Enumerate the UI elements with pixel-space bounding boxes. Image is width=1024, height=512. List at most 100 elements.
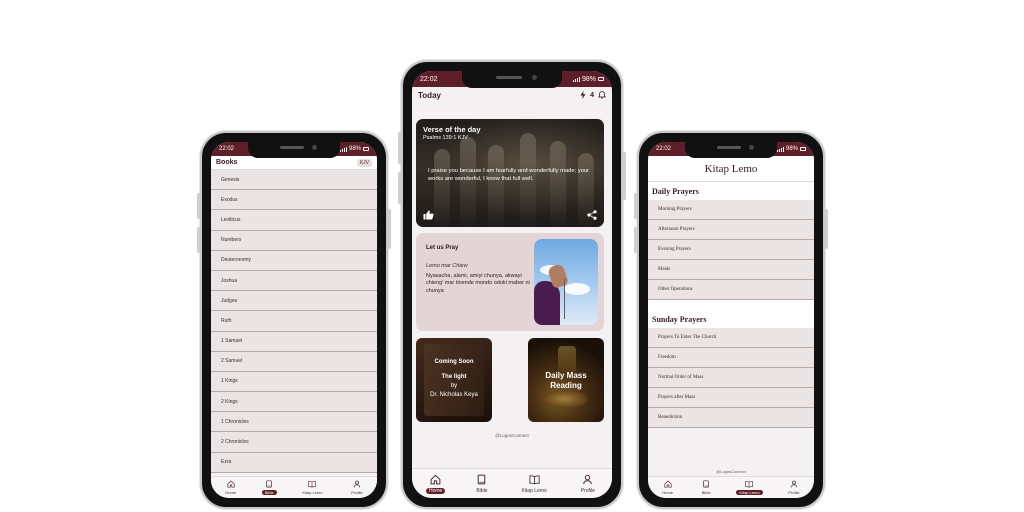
mass-card-line1: Daily Mass: [545, 371, 587, 380]
phone-kitap-lemo: 22:02 98% Kitap Lemo Daily Prayers Morni…: [634, 131, 828, 509]
nav-label: Kitap Lemo: [521, 487, 547, 494]
status-bar: 22:02 98%: [211, 142, 377, 158]
nav-label: Kitap Lemo: [302, 490, 323, 495]
prayer-prayers-to-enter-the-church[interactable]: Prayers To Enter The Church: [648, 328, 814, 348]
nav-profile[interactable]: Profile: [578, 474, 598, 494]
home-icon: [227, 480, 235, 489]
nav-profile[interactable]: Profile: [348, 480, 365, 495]
book-1-kings[interactable]: 1 Kings: [211, 371, 377, 393]
nav-label: Profile: [351, 490, 363, 495]
status-time: 22:02: [420, 75, 438, 83]
battery-level: 98%: [348, 146, 361, 152]
coming-soon-label: Coming Soon: [434, 359, 474, 365]
nav-label: Kitap Lemo: [736, 490, 763, 495]
nav-home[interactable]: Home: [426, 474, 446, 494]
book-exodus[interactable]: Exodus: [211, 190, 377, 211]
pray-card-text: Nyasacha, alami, amiyi chunya, akwayi ch…: [426, 273, 530, 294]
book-2-chronicles[interactable]: 2 Chronicles: [211, 432, 377, 453]
daily-mass-reading-card[interactable]: Daily Mass Reading: [528, 338, 604, 422]
book-judges[interactable]: Judges: [211, 291, 377, 312]
daily-prayers-list: Morning Prayers Afternoon Prayers Evening …: [648, 200, 814, 300]
prayer-prayers-after-mass[interactable]: Prayers after Mass: [648, 388, 814, 408]
nav-bible[interactable]: Bible: [473, 474, 490, 494]
prayer-benediction[interactable]: Benediction: [648, 408, 814, 428]
status-time: 22:02: [656, 146, 672, 152]
bolt-icon: [580, 91, 586, 99]
nav-kitap-lemo[interactable]: Kitap Lemo: [299, 480, 325, 495]
book-1-samuel[interactable]: 1 Samuel: [211, 331, 377, 352]
nav-kitap-lemo[interactable]: Kitap Lemo: [736, 480, 763, 495]
book-leviticus[interactable]: Leviticus: [211, 210, 377, 231]
let-us-pray-card[interactable]: Let us Pray Lemo mar Chiew Nyasacha, ala…: [416, 233, 604, 331]
sunday-prayers-list: Prayers To Enter The Church Freedom Normal…: [648, 328, 814, 428]
screen: 22:02 98% Books KJV Genesis Exodus Levitic…: [211, 142, 377, 498]
bottom-nav: Home Bible Kitap Lemo Profile: [211, 476, 377, 498]
prayer-meals[interactable]: Meals: [648, 260, 814, 280]
battery-level: 98%: [785, 146, 798, 152]
open-book-icon: [745, 480, 754, 489]
verse-card-title: Verse of the day: [423, 125, 481, 134]
footer-credit: @LogosConnect: [495, 433, 529, 438]
status-bar: 22:02 98%: [412, 71, 612, 88]
praying-hands-image: [534, 239, 598, 325]
bell-icon[interactable]: [598, 91, 606, 99]
book-ruth[interactable]: Ruth: [211, 311, 377, 332]
mass-card-line2: Reading: [550, 381, 582, 390]
prayer-morning-prayers[interactable]: Morning Prayers: [648, 200, 814, 220]
sunday-prayers-heading: Sunday Prayers: [648, 310, 814, 328]
signal-icon: [339, 146, 347, 152]
verse-of-the-day-card[interactable]: Verse of the day Psalms 139:1 KJV I prai…: [416, 119, 604, 227]
nav-label: Profile: [788, 490, 800, 495]
nav-home[interactable]: Home: [659, 480, 676, 495]
nav-label: Home: [662, 490, 674, 495]
book-joshua[interactable]: Joshua: [211, 270, 377, 292]
battery-icon: [800, 147, 806, 151]
like-icon[interactable]: [423, 210, 434, 220]
book-numbers[interactable]: Numbers: [211, 230, 377, 251]
profile-icon: [582, 474, 593, 487]
battery-icon: [363, 147, 369, 151]
phone-home: 22:02 98% Today 4 Verse of the day Psalm…: [398, 60, 626, 509]
prayer-other-operations[interactable]: Other Operations: [648, 280, 814, 300]
verse-text: I praise you because I am fearfully and …: [428, 168, 590, 182]
prayer-evening-prayers[interactable]: Evening Prayers: [648, 240, 814, 260]
page-title: Kitap Lemo: [648, 156, 814, 182]
bible-icon: [476, 474, 487, 487]
prayer-freedom[interactable]: Freedom: [648, 348, 814, 368]
home-icon: [430, 474, 441, 487]
nav-bible[interactable]: Bible: [699, 480, 714, 495]
coming-soon-card[interactable]: Coming Soon The light by Dr. Nicholas Ke…: [416, 338, 492, 422]
footer-credit: @LogosConnect: [716, 469, 746, 474]
book-1-chronicles[interactable]: 1 Chronicles: [211, 412, 377, 433]
book-2-samuel[interactable]: 2 Samuel: [211, 351, 377, 372]
books-header: Books KJV: [211, 156, 377, 170]
open-book-icon: [308, 480, 317, 489]
status-time: 22:02: [219, 146, 235, 152]
prayer-normal-order-of-mass[interactable]: Normal Order of Mass: [648, 368, 814, 388]
version-selector[interactable]: KJV: [356, 158, 372, 167]
book-ezra[interactable]: Ezra: [211, 452, 377, 473]
book-deuteronomy[interactable]: Deuteronomy: [211, 250, 377, 271]
screen: 22:02 98% Today 4 Verse of the day Psalm…: [412, 71, 612, 498]
nav-bible[interactable]: Bible: [261, 480, 277, 495]
bible-icon: [702, 480, 710, 489]
battery-icon: [598, 77, 604, 81]
signal-icon: [572, 76, 580, 82]
book-by: by: [450, 383, 458, 389]
prayer-afternoon-prayers[interactable]: Afternoon Prayers: [648, 220, 814, 240]
nav-label: Bible: [476, 487, 488, 494]
share-icon[interactable]: [587, 210, 597, 220]
nav-kitap-lemo[interactable]: Kitap Lemo: [518, 474, 549, 494]
book-genesis[interactable]: Genesis: [211, 170, 377, 191]
nav-home[interactable]: Home: [222, 480, 239, 495]
nav-label: Profile: [580, 487, 595, 494]
signal-icon: [776, 146, 784, 152]
nav-profile[interactable]: Profile: [785, 480, 802, 495]
today-header: Today 4: [412, 87, 612, 103]
status-bar: 22:02 98%: [648, 142, 814, 158]
book-2-kings[interactable]: 2 Kings: [211, 392, 377, 413]
home-icon: [664, 480, 672, 489]
phone-bible-books: 22:02 98% Books KJV Genesis Exodus Levitic…: [197, 131, 391, 509]
nav-label: Home: [225, 490, 237, 495]
profile-icon: [790, 480, 798, 489]
